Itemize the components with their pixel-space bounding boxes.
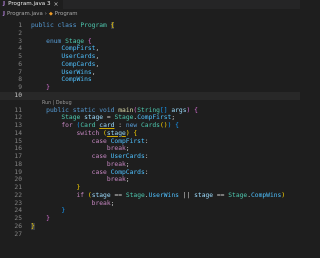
tab-bar: J Program.java 3 × xyxy=(0,0,300,9)
line-number: 19 xyxy=(14,168,22,176)
line-number: 9 xyxy=(18,84,22,91)
code-line: 5 UserCards, xyxy=(0,53,300,61)
code-line: 3 enum Stage { xyxy=(0,38,300,46)
java-file-icon: J xyxy=(3,1,6,7)
line-number: 25 xyxy=(14,215,22,222)
line-number: 12 xyxy=(14,114,22,122)
code-text: switch (stage) { xyxy=(76,129,138,137)
line-number: 27 xyxy=(14,230,22,238)
code-line: 1 public class Program { xyxy=(0,22,300,30)
code-line: 14 switch (stage) { xyxy=(0,130,300,138)
code-text: public class Program { xyxy=(31,22,115,29)
code-text: } xyxy=(76,184,81,191)
code-text: break; xyxy=(106,145,130,153)
line-number: 16 xyxy=(14,145,22,153)
line-number: 21 xyxy=(14,184,22,191)
code-editor[interactable]: 1 public class Program { 2 3 enum Stage {… xyxy=(0,22,300,238)
line-number: 8 xyxy=(18,76,22,84)
code-line: 20 break; xyxy=(0,176,300,184)
code-line: 26} xyxy=(0,222,300,231)
breadcrumb: J Program.java › ◆ Program xyxy=(0,9,300,19)
line-number: 6 xyxy=(18,60,22,68)
code-line: 13 for (Card card : new Cards()) { xyxy=(0,122,300,130)
code-line: 12 Stage stage = Stage.CompFirst; xyxy=(0,114,300,122)
line-number: 18 xyxy=(14,160,22,168)
code-text: UserCards, xyxy=(61,53,100,60)
code-text: Stage stage = Stage.CompFirst; xyxy=(61,114,176,122)
line-number: 15 xyxy=(14,137,22,145)
code-text: case CompCards: xyxy=(91,168,149,176)
line-number: 24 xyxy=(14,207,22,215)
code-text: public static void main(String[] args) { xyxy=(46,106,198,114)
code-line: 25 } xyxy=(0,215,300,223)
code-text: break; xyxy=(106,176,130,184)
line-number: 22 xyxy=(14,191,22,199)
line-number: 4 xyxy=(18,45,22,53)
code-line: 23 break; xyxy=(0,200,300,208)
line-number: 26 xyxy=(14,222,22,230)
line-number: 17 xyxy=(14,153,22,160)
class-icon: ◆ xyxy=(48,11,53,17)
code-line: 6 CompCards, xyxy=(0,61,300,69)
code-line: 24 } xyxy=(0,207,300,215)
code-line: 8 CompWins xyxy=(0,76,300,84)
close-icon[interactable]: × xyxy=(54,0,59,9)
line-number: 3 xyxy=(18,37,22,45)
code-line: 16 break; xyxy=(0,145,300,153)
code-text: } xyxy=(46,84,50,91)
line-number: 2 xyxy=(18,29,22,37)
line-number: 20 xyxy=(14,176,22,184)
code-line: 9 } xyxy=(0,84,300,92)
code-text: for (Card card : new Cards()) { xyxy=(61,122,179,129)
line-number: 1 xyxy=(18,22,22,29)
code-text: break; xyxy=(106,160,130,168)
code-text: case UserCards: xyxy=(91,153,149,160)
code-line: 22 if (stage == Stage.UserWins || stage … xyxy=(0,192,300,200)
tab-program-java[interactable]: J Program.java 3 × xyxy=(0,0,63,9)
line-number: 10 xyxy=(14,91,22,99)
code-text: case CompFirst: xyxy=(91,137,149,145)
line-number: 5 xyxy=(18,53,22,60)
code-line: 18 break; xyxy=(0,161,300,169)
code-line: 17 case UserCards: xyxy=(0,153,300,161)
code-line: 4 CompFirst, xyxy=(0,45,300,53)
line-number: 14 xyxy=(14,129,22,137)
code-text: } xyxy=(31,222,35,230)
code-text: enum Stage { xyxy=(46,37,92,45)
code-line: 27 xyxy=(0,231,300,239)
code-line: 2 xyxy=(0,30,300,38)
code-text: CompFirst, xyxy=(61,45,100,53)
code-text: CompWins xyxy=(61,76,92,84)
breadcrumb-class[interactable]: Program xyxy=(55,11,78,17)
run-debug-codelens[interactable]: Run | Debug xyxy=(0,100,300,107)
code-text: break; xyxy=(91,199,115,207)
line-number: 11 xyxy=(14,106,22,114)
chevron-right-icon: › xyxy=(44,11,47,17)
code-line: 19 case CompCards: xyxy=(0,169,300,177)
java-file-icon: J xyxy=(3,11,6,17)
code-text: CompCards, xyxy=(61,60,100,68)
code-line: 15 case CompFirst: xyxy=(0,138,300,146)
code-text: if (stage == Stage.UserWins || stage == … xyxy=(76,191,286,199)
line-number: 23 xyxy=(14,199,22,207)
code-line: 7 UserWins, xyxy=(0,69,300,77)
code-line: 21 } xyxy=(0,184,300,192)
tab-label: Program.java 3 xyxy=(8,1,51,7)
code-line: 11 public static void main(String[] args… xyxy=(0,107,300,115)
code-text: } xyxy=(46,215,50,222)
code-text: } xyxy=(61,207,66,215)
code-text: UserWins, xyxy=(61,68,96,76)
breadcrumb-file[interactable]: Program.java xyxy=(7,11,43,17)
code-line-current: 10 xyxy=(0,91,300,100)
line-number: 7 xyxy=(18,68,22,76)
line-number: 13 xyxy=(14,122,22,129)
